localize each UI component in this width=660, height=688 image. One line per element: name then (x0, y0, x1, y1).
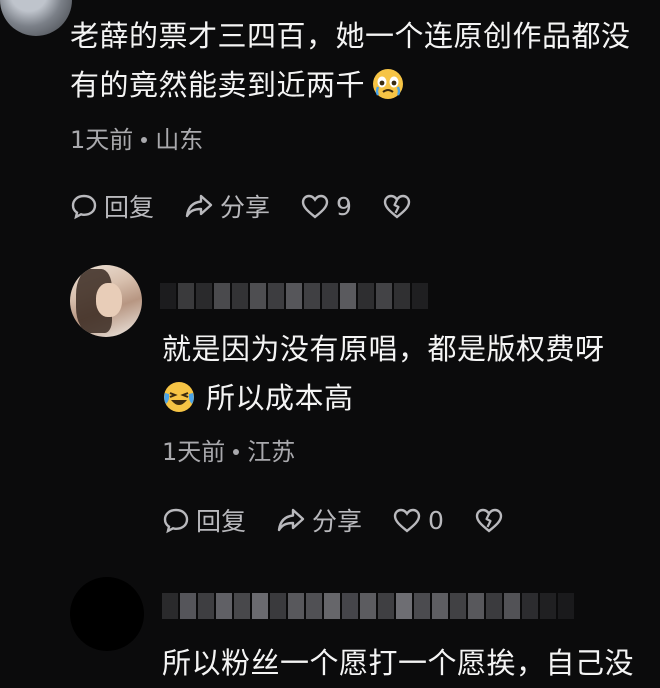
comment-text-line: 就是因为没有原唱，都是版权费呀 (162, 332, 605, 366)
avatar[interactable] (0, 0, 72, 36)
comment-text: 有的竟然能卖到近两千 (70, 68, 366, 102)
comment-actions: 回复 分享 9 (70, 188, 442, 224)
share-arrow-icon (185, 194, 213, 218)
dislike-button[interactable] (382, 192, 412, 220)
dislike-button[interactable] (474, 506, 504, 534)
location: 山东 (155, 126, 204, 154)
heart-icon (301, 194, 329, 219)
like-count: 9 (336, 191, 352, 221)
broken-heart-icon (383, 194, 411, 219)
avatar[interactable] (70, 577, 144, 651)
location: 江苏 (247, 438, 296, 466)
like-button[interactable]: 0 (392, 506, 444, 535)
share-button[interactable]: 分享 (276, 502, 362, 538)
crying-face-emoji-icon (373, 69, 404, 99)
share-arrow-icon (277, 508, 305, 532)
username-blurred[interactable] (160, 283, 428, 309)
laughing-crying-face-emoji-icon (164, 382, 194, 412)
share-label: 分享 (312, 507, 363, 536)
heart-icon (393, 508, 421, 533)
reply-label: 回复 (196, 507, 247, 536)
comment-bubble-icon (163, 508, 189, 534)
like-button[interactable]: 9 (300, 192, 352, 221)
timestamp: 1天前 (162, 438, 226, 466)
separator-dot (233, 448, 240, 455)
timestamp: 1天前 (70, 126, 134, 154)
comment-text: 所以成本高 (206, 381, 354, 415)
comment-text-line: 所以成本高 (162, 374, 354, 423)
avatar-face (96, 283, 122, 317)
comment-meta: 1天前 山东 (70, 120, 203, 155)
broken-heart-icon (475, 508, 503, 533)
avatar[interactable] (70, 265, 142, 337)
comment-text-line: 有的竟然能卖到近两千 (70, 61, 405, 110)
comment-bubble-icon (71, 194, 97, 220)
share-label: 分享 (220, 193, 271, 222)
username-blurred[interactable] (162, 593, 574, 619)
share-button[interactable]: 分享 (184, 188, 270, 224)
reply-button[interactable]: 回复 (162, 502, 246, 538)
comment-actions: 回复 分享 0 (162, 502, 534, 538)
comment-text-line: 老薛的票才三四百，她一个连原创作品都没 (70, 19, 631, 53)
like-count: 0 (428, 505, 444, 535)
reply-button[interactable]: 回复 (70, 188, 154, 224)
comment-text-line: 所以粉丝一个愿打一个愿挨，自己没 (162, 646, 635, 680)
reply-label: 回复 (104, 193, 155, 222)
separator-dot (141, 136, 148, 143)
comment-meta: 1天前 江苏 (162, 432, 295, 467)
